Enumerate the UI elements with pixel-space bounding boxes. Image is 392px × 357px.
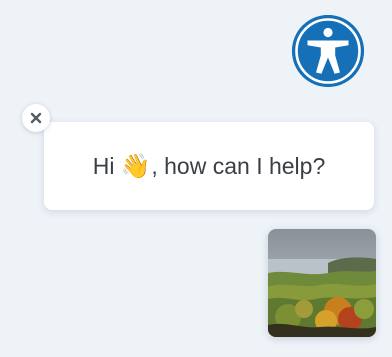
close-greeting-button[interactable] xyxy=(22,104,50,132)
chat-greeting-bubble[interactable]: Hi 👋 , how can I help? xyxy=(44,122,374,210)
accessibility-button[interactable] xyxy=(292,15,364,87)
close-icon xyxy=(30,112,42,124)
greeting-text-end: , how can I help? xyxy=(151,152,326,179)
chat-avatar-button[interactable] xyxy=(268,229,376,337)
waving-hand-icon: 👋 xyxy=(120,152,151,180)
landscape-photo-avatar xyxy=(268,229,376,337)
greeting-text-start: Hi xyxy=(92,152,115,179)
accessibility-person-icon xyxy=(292,15,364,87)
